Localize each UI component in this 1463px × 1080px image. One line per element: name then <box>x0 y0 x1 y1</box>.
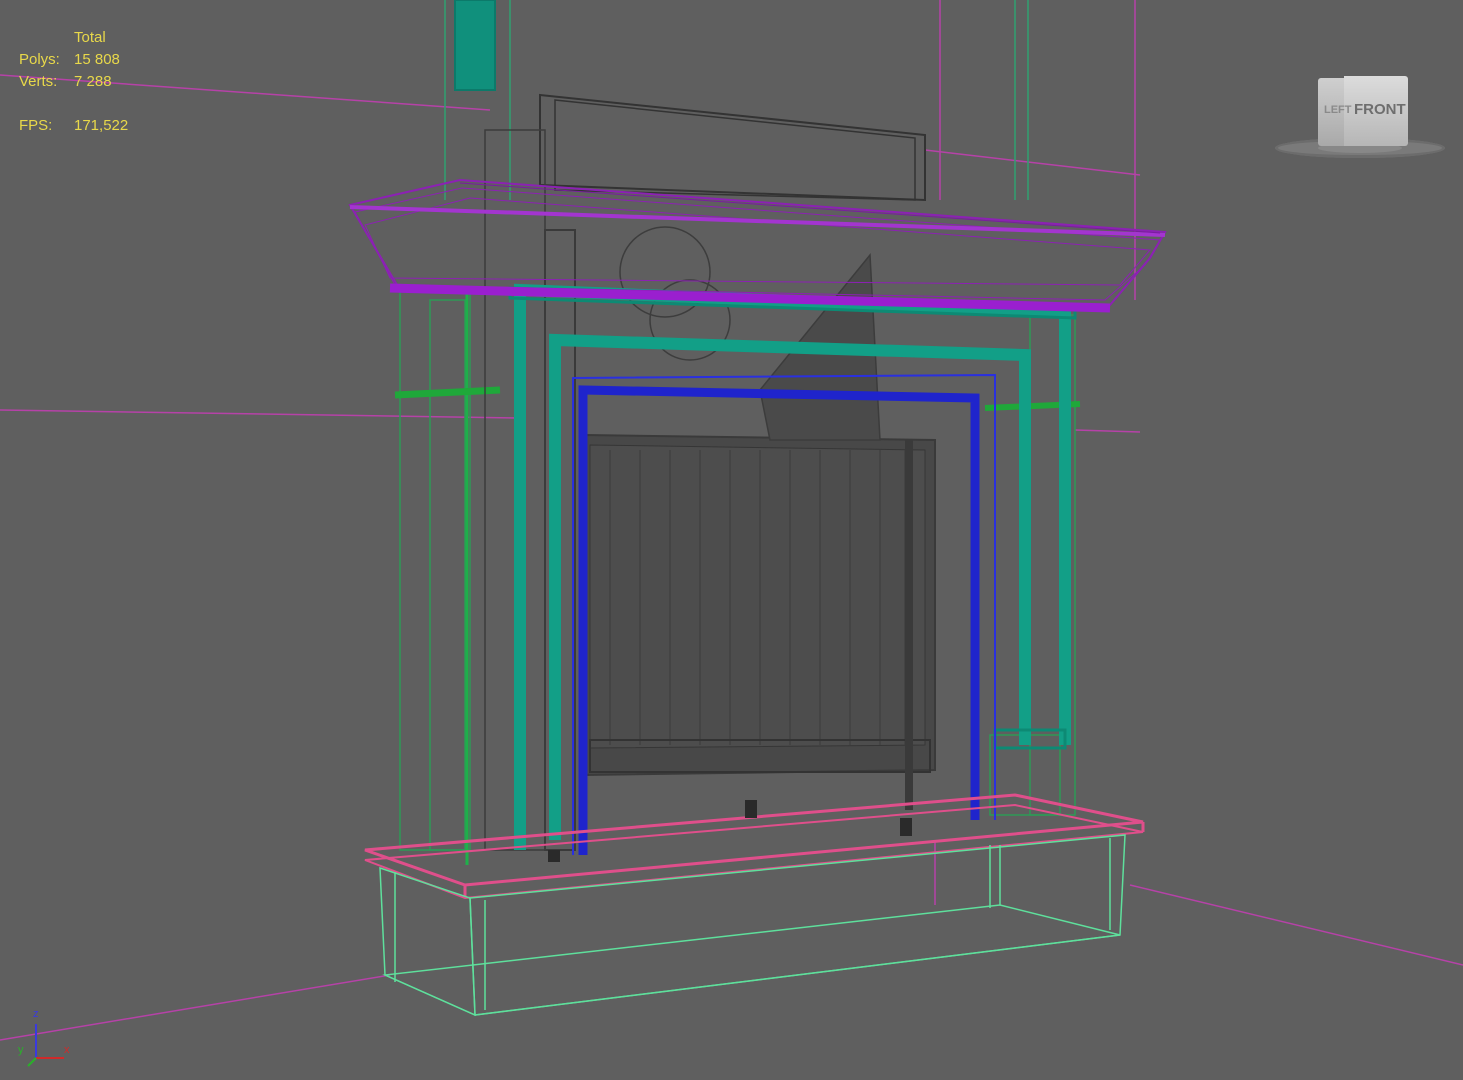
hearth-base <box>379 834 1126 1017</box>
fps-value: 171,522 <box>74 117 129 134</box>
view-cube-front-label: FRONT <box>1354 101 1406 118</box>
axis-z-label: z <box>33 1008 39 1020</box>
fps-label: FPS: <box>19 117 53 134</box>
3d-viewport[interactable]: Total Polys: 15 808 Verts: 7 288 FPS: 17… <box>0 0 1463 1080</box>
view-cube-left-label: LEFT <box>1324 104 1352 116</box>
axis-x-label: x <box>64 1044 70 1056</box>
verts-label: Verts: <box>19 73 58 90</box>
mantel-shelf <box>348 178 1167 313</box>
view-cube[interactable]: LEFT FRONT <box>1272 72 1448 162</box>
polys-label: Polys: <box>19 51 60 68</box>
verts-value: 7 288 <box>74 73 112 90</box>
viewport-statistics: Total Polys: 15 808 Verts: 7 288 FPS: 17… <box>19 27 128 137</box>
axis-tripod: z x y <box>14 1008 84 1070</box>
firebox <box>544 226 936 851</box>
axis-y-label: y <box>18 1044 24 1056</box>
polys-value: 15 808 <box>74 51 120 68</box>
wireframe-scene[interactable] <box>0 0 1463 1080</box>
stats-header: Total <box>74 29 106 46</box>
axis-tripod-icon <box>27 1024 64 1067</box>
